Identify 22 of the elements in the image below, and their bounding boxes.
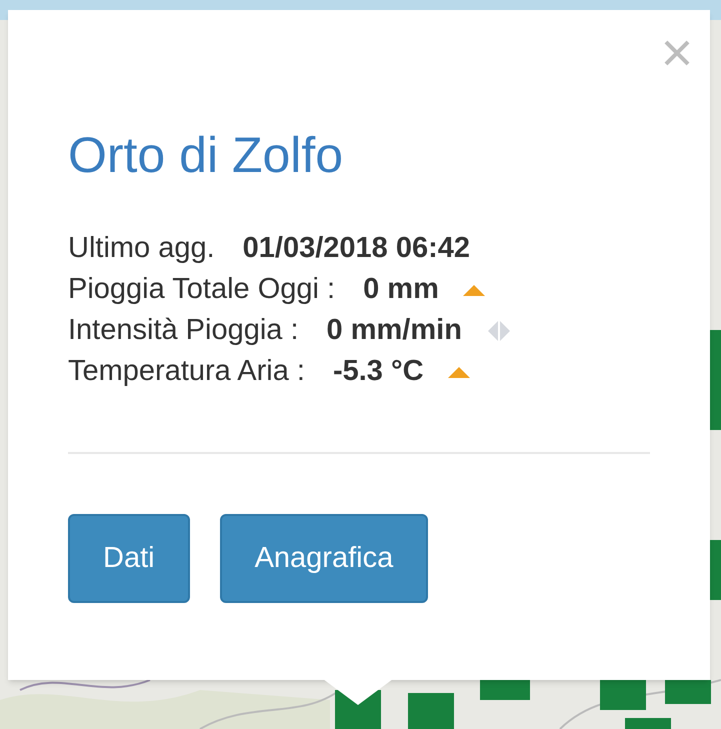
action-button[interactable]: Anagrafica — [220, 514, 428, 603]
close-icon — [663, 39, 691, 67]
field-value: 0 mm — [363, 272, 439, 307]
trend-up-icon — [448, 366, 470, 378]
station-title: Orto di Zolfo — [68, 126, 344, 185]
map-marker-icon[interactable] — [408, 693, 454, 729]
field-label: Temperatura Aria : — [68, 354, 305, 389]
map-marker-icon[interactable] — [710, 330, 721, 430]
map-marker-icon[interactable] — [710, 540, 721, 600]
field-value: 0 mm/min — [326, 313, 462, 348]
left-right-arrows-icon — [486, 320, 512, 340]
map-marker-icon[interactable] — [600, 680, 646, 710]
field-label: Pioggia Totale Oggi : — [68, 272, 336, 307]
action-button[interactable]: Dati — [68, 514, 190, 603]
map-marker-icon[interactable] — [480, 680, 530, 700]
field-label: Ultimo agg. — [68, 231, 215, 266]
map-marker-icon[interactable] — [625, 718, 671, 729]
map-marker-icon[interactable] — [665, 680, 711, 704]
field-value: -5.3 °C — [332, 354, 424, 389]
trend-up-icon — [462, 284, 485, 296]
field-value: 01/03/2018 06:42 — [242, 231, 470, 266]
field-label: Intensità Pioggia : — [68, 313, 299, 348]
